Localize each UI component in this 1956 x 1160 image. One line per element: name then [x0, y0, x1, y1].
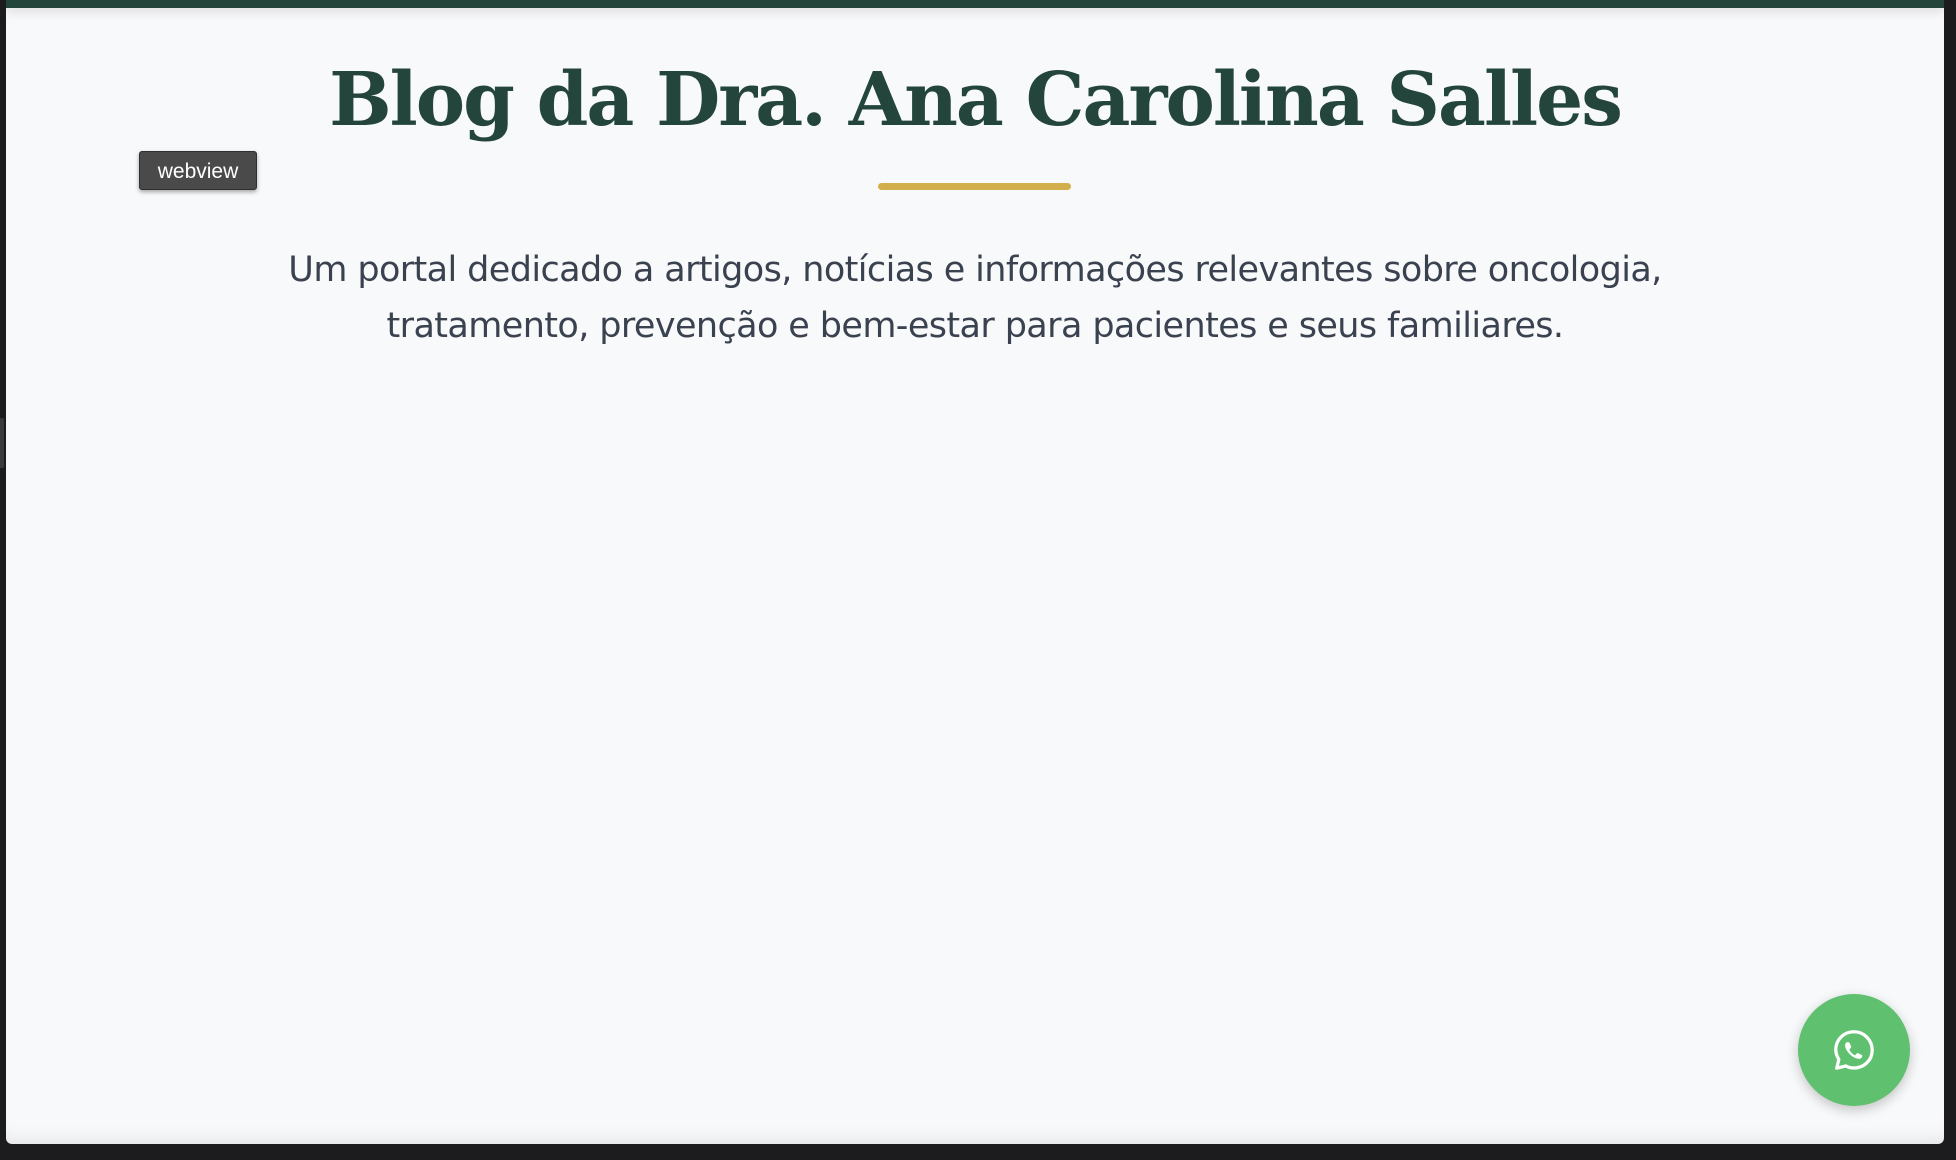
page-title: Blog da Dra. Ana Carolina Salles: [329, 57, 1623, 143]
subtitle-line-1: Um portal dedicado a artigos, notícias e…: [288, 250, 1662, 290]
page-subtitle: Um portal dedicado a artigos, notícias e…: [266, 242, 1684, 354]
window-edge-handle[interactable]: [0, 418, 4, 468]
title-divider: [878, 183, 1071, 190]
subtitle-line-2: tratamento, prevenção e bem-estar para p…: [386, 306, 1565, 346]
webview-label-tag: webview: [139, 151, 257, 190]
header-bar: [6, 0, 1944, 8]
whatsapp-icon: [1834, 1030, 1874, 1070]
whatsapp-button[interactable]: [1798, 994, 1910, 1106]
webview-frame: Blog da Dra. Ana Carolina Salles Um port…: [6, 0, 1944, 1144]
